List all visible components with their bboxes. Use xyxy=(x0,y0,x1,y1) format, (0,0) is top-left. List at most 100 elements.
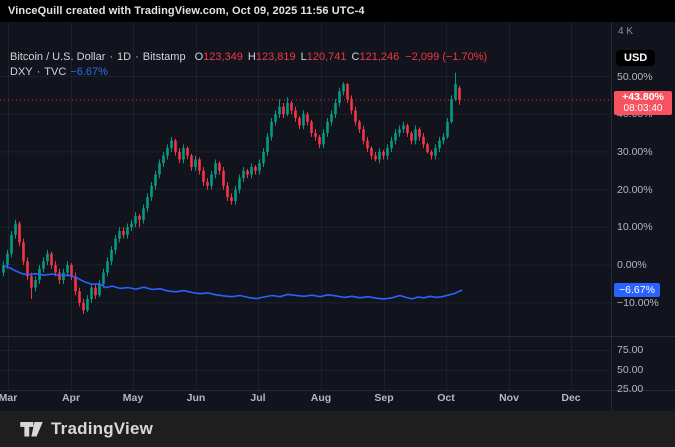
candle-body xyxy=(274,114,277,122)
compare-price-badge: −6.67% xyxy=(614,283,660,297)
candle-body xyxy=(34,280,37,288)
candle-body xyxy=(398,129,401,133)
candle-body xyxy=(438,141,441,149)
time-axis-label-dec[interactable]: Dec xyxy=(561,392,580,404)
footer-bar: TradingView xyxy=(0,411,675,447)
candle-body xyxy=(410,133,413,141)
candle-body xyxy=(74,276,77,291)
price-axis-sub-label: 75.00 xyxy=(617,344,643,356)
candle-body xyxy=(270,122,273,137)
close-value: 121,246 xyxy=(359,51,399,63)
candle-body xyxy=(194,159,197,167)
candle-body xyxy=(322,133,325,144)
candle-body xyxy=(138,216,141,220)
time-axis-label-may[interactable]: May xyxy=(123,392,143,404)
candle-body xyxy=(318,137,321,145)
last-price-badge: +43.80% 08:03:40 xyxy=(614,91,672,115)
candle-body xyxy=(450,99,453,122)
candle-body xyxy=(262,152,265,163)
legend-separator: · xyxy=(135,51,139,63)
open-value: 123,349 xyxy=(203,51,243,63)
time-axis-label-aug[interactable]: Aug xyxy=(311,392,331,404)
time-axis-label-jul[interactable]: Jul xyxy=(250,392,265,404)
candle-body xyxy=(66,265,69,273)
price-axis-pct-label: −10.00% xyxy=(617,297,659,309)
candle-body xyxy=(442,137,445,141)
tradingview-brand-text[interactable]: TradingView xyxy=(51,419,153,439)
candle-body xyxy=(94,288,97,296)
candle-body xyxy=(54,265,57,273)
time-axis-label-nov[interactable]: Nov xyxy=(499,392,519,404)
candle-body xyxy=(390,141,393,149)
candle-body xyxy=(346,84,349,99)
candle-body xyxy=(182,148,185,159)
candle-body xyxy=(242,171,245,179)
compare-change-value: −6.67% xyxy=(70,66,108,78)
candle-body xyxy=(142,208,145,219)
tradingview-snapshot: VinceQuill created with TradingView.com,… xyxy=(0,0,675,447)
candle-body xyxy=(374,156,377,160)
candle-body xyxy=(198,159,201,170)
symbol-exchange: Bitstamp xyxy=(143,51,186,63)
time-axis-label-mar[interactable]: Mar xyxy=(0,392,17,404)
candle-body xyxy=(226,186,229,197)
candle-body xyxy=(278,107,281,115)
time-axis-label-oct[interactable]: Oct xyxy=(437,392,455,404)
candle-body xyxy=(330,114,333,122)
candle-body xyxy=(394,133,397,141)
candle-body xyxy=(222,171,225,186)
candle-body xyxy=(126,227,129,235)
candle-body xyxy=(14,224,17,235)
candle-body xyxy=(362,129,365,140)
candle-body xyxy=(446,122,449,137)
candle-body xyxy=(246,171,249,175)
candle-body xyxy=(350,99,353,110)
candle-body xyxy=(386,148,389,156)
candle-body xyxy=(366,141,369,149)
candle-body xyxy=(70,265,73,276)
candle-body xyxy=(114,239,117,250)
candle-body xyxy=(190,156,193,167)
candle-body xyxy=(326,122,329,133)
compare-legend[interactable]: DXY·TVC−6.67% xyxy=(10,66,108,78)
candle-body xyxy=(18,224,21,243)
time-axis-label-apr[interactable]: Apr xyxy=(62,392,80,404)
candle-body xyxy=(286,103,289,114)
candle-body xyxy=(266,137,269,152)
candle-body xyxy=(282,107,285,115)
candle-body xyxy=(310,122,313,133)
candle-body xyxy=(382,152,385,156)
price-axis-sub-label: 25.00 xyxy=(617,383,643,395)
high-label: H xyxy=(248,51,256,63)
candle-body xyxy=(430,152,433,156)
tradingview-logo-icon[interactable] xyxy=(20,422,43,437)
currency-toggle-button[interactable]: USD xyxy=(616,50,655,66)
low-value: 120,741 xyxy=(307,51,347,63)
symbol-legend[interactable]: Bitcoin / U.S. Dollar·1D·BitstampO123,34… xyxy=(10,51,487,63)
candle-body xyxy=(202,171,205,182)
candle-body xyxy=(258,163,261,171)
candle-body xyxy=(90,288,93,299)
price-axis-pct-label: 0.00% xyxy=(617,259,647,271)
candle-body xyxy=(290,103,293,111)
candle-body xyxy=(218,163,221,171)
candle-body xyxy=(118,231,121,239)
candle-body xyxy=(82,303,85,311)
time-axis-label-jun[interactable]: Jun xyxy=(187,392,206,404)
candle-body xyxy=(154,175,157,186)
candle-body xyxy=(46,254,49,262)
candle-body xyxy=(150,186,153,197)
candle-body xyxy=(62,273,65,281)
candle-body xyxy=(418,129,421,137)
symbol-interval: 1D xyxy=(117,51,131,63)
candle-body xyxy=(122,231,125,235)
candle-body xyxy=(42,261,45,269)
candle-body xyxy=(238,178,241,189)
legend-separator: · xyxy=(109,51,113,63)
candle-body xyxy=(30,276,33,287)
price-axis-pct-label: 50.00% xyxy=(617,71,653,83)
candle-body xyxy=(314,133,317,137)
candle-body xyxy=(10,235,13,254)
time-axis-label-sep[interactable]: Sep xyxy=(374,392,393,404)
candle-body xyxy=(98,284,101,295)
